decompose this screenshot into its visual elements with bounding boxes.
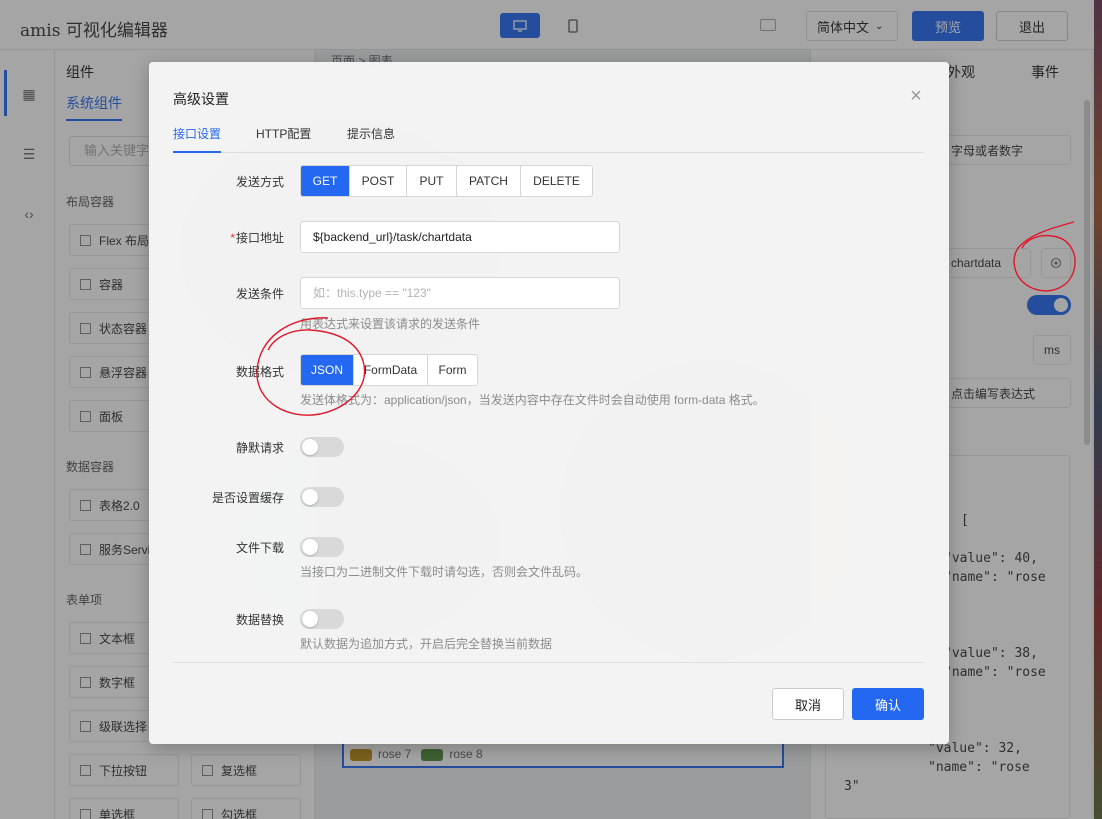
data-type-json-button[interactable]: JSON — [301, 355, 354, 385]
method-put-button[interactable]: PUT — [407, 166, 457, 196]
confirm-button[interactable]: 确认 — [852, 688, 924, 720]
tab-http-config[interactable]: HTTP配置 — [256, 125, 311, 153]
data-type-form-button[interactable]: Form — [428, 355, 477, 385]
data-type-button-group: JSON FormData Form — [300, 354, 478, 386]
cache-switch[interactable] — [300, 487, 344, 507]
silent-switch[interactable] — [300, 437, 344, 457]
data-type-formdata-button[interactable]: FormData — [354, 355, 428, 385]
download-label: 文件下载 — [235, 541, 284, 555]
url-label: *接口地址 — [230, 231, 284, 245]
tab-api-settings[interactable]: 接口设置 — [173, 125, 221, 153]
dialog-footer-divider — [173, 662, 924, 663]
method-get-button[interactable]: GET — [301, 166, 350, 196]
replace-switch[interactable] — [300, 609, 344, 629]
download-switch[interactable] — [300, 537, 344, 557]
method-post-button[interactable]: POST — [350, 166, 407, 196]
data-type-label: 数据格式 — [235, 365, 284, 379]
send-on-hint: 用表达式来设置该请求的发送条件 — [300, 317, 481, 331]
dialog-title: 高级设置 — [173, 91, 229, 107]
cancel-button[interactable]: 取消 — [772, 688, 844, 720]
send-on-input[interactable] — [300, 277, 620, 309]
send-on-label: 发送条件 — [235, 287, 284, 301]
advanced-settings-dialog: 高级设置 × 接口设置 HTTP配置 提示信息 发送方式 GET POST PU… — [149, 62, 949, 744]
data-type-hint: 发送体格式为：application/json，当发送内容中存在文件时会自动使用… — [300, 393, 765, 407]
download-hint: 当接口为二进制文件下载时请勾选，否则会文件乱码。 — [300, 565, 589, 579]
close-icon[interactable]: × — [907, 86, 925, 106]
dialog-tabs: 接口设置 HTTP配置 提示信息 — [173, 125, 924, 153]
replace-hint: 默认数据为追加方式，开启后完全替换当前数据 — [300, 637, 553, 651]
tab-messages[interactable]: 提示信息 — [347, 125, 395, 153]
method-patch-button[interactable]: PATCH — [457, 166, 521, 196]
replace-label: 数据替换 — [235, 613, 284, 627]
method-label: 发送方式 — [235, 175, 284, 189]
cache-label: 是否设置缓存 — [211, 491, 284, 505]
method-button-group: GET POST PUT PATCH DELETE — [300, 165, 593, 197]
silent-label: 静默请求 — [235, 441, 284, 455]
method-delete-button[interactable]: DELETE — [521, 166, 592, 196]
api-url-input[interactable] — [300, 221, 620, 253]
required-mark: * — [230, 231, 235, 245]
